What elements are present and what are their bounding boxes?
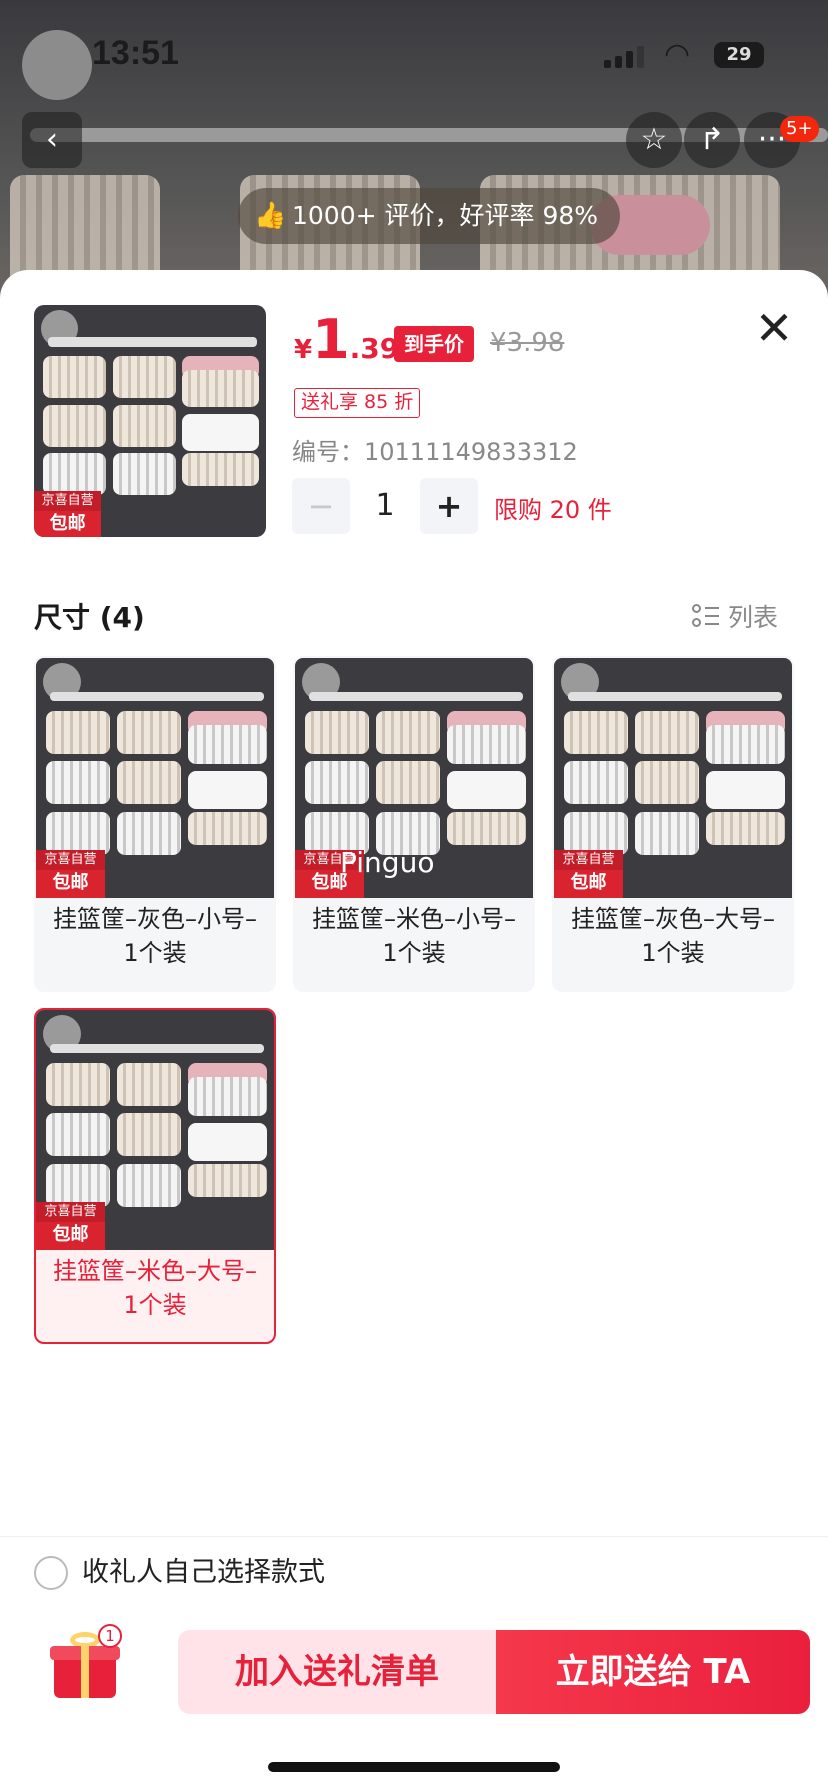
add-to-gift-list-button[interactable]: 加入送礼清单 — [178, 1630, 496, 1714]
quantity-value[interactable]: 1 — [350, 478, 420, 534]
store-tag: 京喜自营 包邮 — [36, 1202, 106, 1250]
price-currency: ¥ — [294, 335, 313, 365]
recipient-choice-label[interactable]: 收礼人自己选择款式 — [82, 1556, 325, 1590]
rating-text: 1000+ 评价，好评率 98% — [292, 201, 599, 230]
original-price: ¥3.98 — [490, 328, 565, 358]
store-tag: 京喜自营 包邮 — [34, 490, 102, 537]
send-gift-now-button[interactable]: 立即送给 TA — [496, 1630, 810, 1714]
favorite-button[interactable]: ☆ — [626, 112, 682, 168]
purchase-limit: 限购 20 件 — [494, 496, 612, 524]
size-option[interactable]: 京喜自营 包邮 挂篮筐–灰色–大号–1个装 — [552, 656, 794, 992]
price-integer: 1 — [312, 308, 350, 371]
recipient-choice-radio[interactable] — [34, 1556, 68, 1590]
size-option-label: 挂篮筐–灰色–大号–1个装 — [571, 905, 775, 967]
current-price: ¥1.39 — [294, 310, 399, 370]
size-option[interactable]: 京喜自营 包邮 挂篮筐–灰色–小号–1个装 — [34, 656, 276, 992]
store-tag: 京喜自营 包邮 — [36, 850, 106, 898]
back-icon: ‹ — [46, 122, 58, 157]
close-icon: ✕ — [754, 301, 794, 355]
home-indicator — [268, 1762, 560, 1772]
size-option-label: 挂篮筐–米色–小号–1个装 — [312, 905, 516, 967]
message-badge: 5+ — [780, 116, 819, 142]
status-time: 13:51 — [92, 34, 179, 72]
gift-discount-badge: 送礼享 85 折 — [294, 388, 421, 418]
close-button[interactable]: ✕ — [750, 304, 798, 352]
watermark: Pinguo — [340, 846, 435, 879]
size-section-title: 尺寸 (4) — [34, 601, 145, 634]
list-view-label: 列表 — [728, 603, 779, 632]
share-icon: ↱ — [699, 122, 725, 157]
size-option-selected[interactable]: 京喜自营 包邮 挂篮筐–米色–大号–1个装 — [34, 1008, 276, 1344]
selected-product-thumbnail[interactable]: 京喜自营 包邮 — [34, 305, 266, 537]
quantity-increase-button[interactable]: + — [420, 478, 478, 534]
back-button[interactable]: ‹ — [22, 112, 82, 168]
store-tag: 京喜自营 包邮 — [554, 850, 624, 898]
gift-count-badge: 1 — [98, 1624, 122, 1648]
star-icon: ☆ — [640, 122, 668, 157]
footer-divider — [0, 1536, 828, 1537]
price-decimal: .39 — [349, 332, 400, 365]
battery-icon: 29 — [714, 42, 764, 68]
size-option-label: 挂篮筐–灰色–小号–1个装 — [53, 905, 257, 967]
list-view-toggle[interactable]: 列表 — [692, 598, 778, 634]
quantity-decrease-button[interactable]: − — [292, 478, 350, 534]
size-option-label: 挂篮筐–米色–大号–1个装 — [53, 1257, 257, 1319]
share-button[interactable]: ↱ — [684, 112, 740, 168]
thumbs-up-icon: 👍 — [254, 201, 287, 231]
wifi-icon: ◠ — [664, 37, 691, 72]
status-bar: 13:51 ◠ 29 — [0, 0, 828, 100]
sku-number: 编号：10111149833312 — [292, 438, 578, 466]
list-view-icon — [692, 602, 720, 630]
rating-summary[interactable]: 👍 1000+ 评价，好评率 98% — [238, 188, 621, 244]
signal-icon — [604, 46, 646, 68]
final-price-tag: 到手价 — [394, 326, 474, 362]
size-option[interactable]: 京喜自营 包邮 挂篮筐–米色–小号–1个装 — [293, 656, 535, 992]
